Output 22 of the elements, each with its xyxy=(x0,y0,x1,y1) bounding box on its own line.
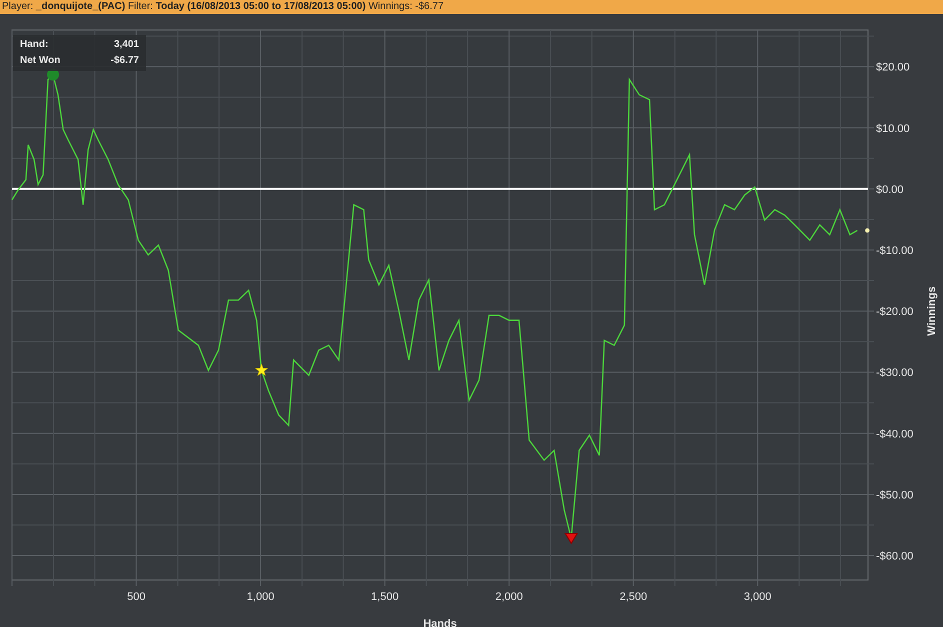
y-tick-label: -$10.00 xyxy=(876,245,914,257)
filter-summary: Player: _donquijote_(PAC) Filter: Today (16/08/2013 05:00 to 17/08/2013 05:00) Winnings: -$6.77 xyxy=(2,2,444,12)
x-tick-label: 1,500 xyxy=(371,591,399,603)
x-tick-label: 2,500 xyxy=(620,591,648,603)
tooltip-value: 3,401 xyxy=(114,38,139,52)
x-axis-title: Hands xyxy=(423,618,457,627)
y-tick-label: -$60.00 xyxy=(876,550,914,563)
y-tick-label: $10.00 xyxy=(876,122,910,135)
y-axis-title: Winnings xyxy=(926,286,938,336)
tooltip-value: -$6.77 xyxy=(110,54,139,68)
tooltip-label: Hand: xyxy=(20,38,48,52)
y-tick-label: -$50.00 xyxy=(876,489,914,502)
y-tick-label: -$40.00 xyxy=(876,428,914,440)
x-tick-label: 1,000 xyxy=(246,591,274,603)
y-tick-label: $20.00 xyxy=(876,62,910,74)
x-tick-label: 500 xyxy=(127,591,146,603)
tooltip-label: Net Won xyxy=(20,54,60,68)
x-tick-label: 2,000 xyxy=(495,591,523,603)
y-tick-label: -$20.00 xyxy=(876,306,914,318)
x-tick-label: 3,000 xyxy=(744,591,772,603)
y-tick-label: -$30.00 xyxy=(876,367,914,380)
y-tick-label: $0.00 xyxy=(876,184,904,196)
